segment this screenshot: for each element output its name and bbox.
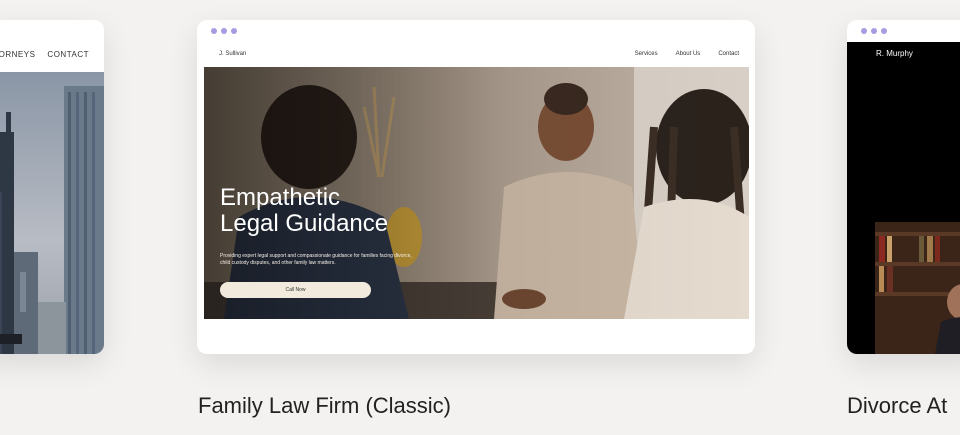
call-now-button-label: Call Now (285, 287, 306, 293)
template-card-family-law[interactable]: J. Sullivan Services About Us Contact Em… (197, 20, 755, 354)
template-title-divorce[interactable]: Divorce At (847, 393, 947, 419)
template-card-left[interactable]: TTORNEYS CONTACT (0, 20, 104, 354)
site-nav: Services About Us Contact (635, 51, 739, 57)
left-nav-item-contact: CONTACT (47, 50, 89, 59)
site-logo: R. Murphy (876, 49, 913, 58)
dot-icon (871, 28, 877, 34)
hero-section: Empathetic Legal Guidance Providing expe… (204, 67, 749, 319)
template-card-divorce[interactable]: R. Murphy (847, 20, 960, 354)
dot-icon (231, 28, 237, 34)
hero-description: Providing expert legal support and compa… (220, 253, 412, 266)
template-title-family-law[interactable]: Family Law Firm (Classic) (198, 393, 451, 419)
site-logo: J. Sullivan (219, 51, 247, 57)
city-skyline-image (0, 72, 104, 354)
nav-item-services[interactable]: Services (635, 51, 658, 57)
dot-icon (881, 28, 887, 34)
hero-title-line1: Empathetic (220, 184, 341, 211)
hero-title-line2: Legal Guidance (220, 210, 389, 237)
dark-hero: R. Murphy (847, 42, 960, 354)
library-photo (875, 222, 960, 354)
left-card-nav: TTORNEYS CONTACT (0, 50, 89, 59)
window-dots (211, 28, 237, 34)
dot-icon (861, 28, 867, 34)
dot-icon (221, 28, 227, 34)
window-dots (861, 28, 887, 34)
nav-item-contact[interactable]: Contact (718, 51, 739, 57)
nav-item-about-us[interactable]: About Us (676, 51, 701, 57)
hero-title: Empathetic Legal Guidance (220, 185, 388, 237)
left-nav-item-attorneys: TTORNEYS (0, 50, 36, 59)
call-now-button[interactable]: Call Now (220, 282, 371, 298)
dot-icon (211, 28, 217, 34)
